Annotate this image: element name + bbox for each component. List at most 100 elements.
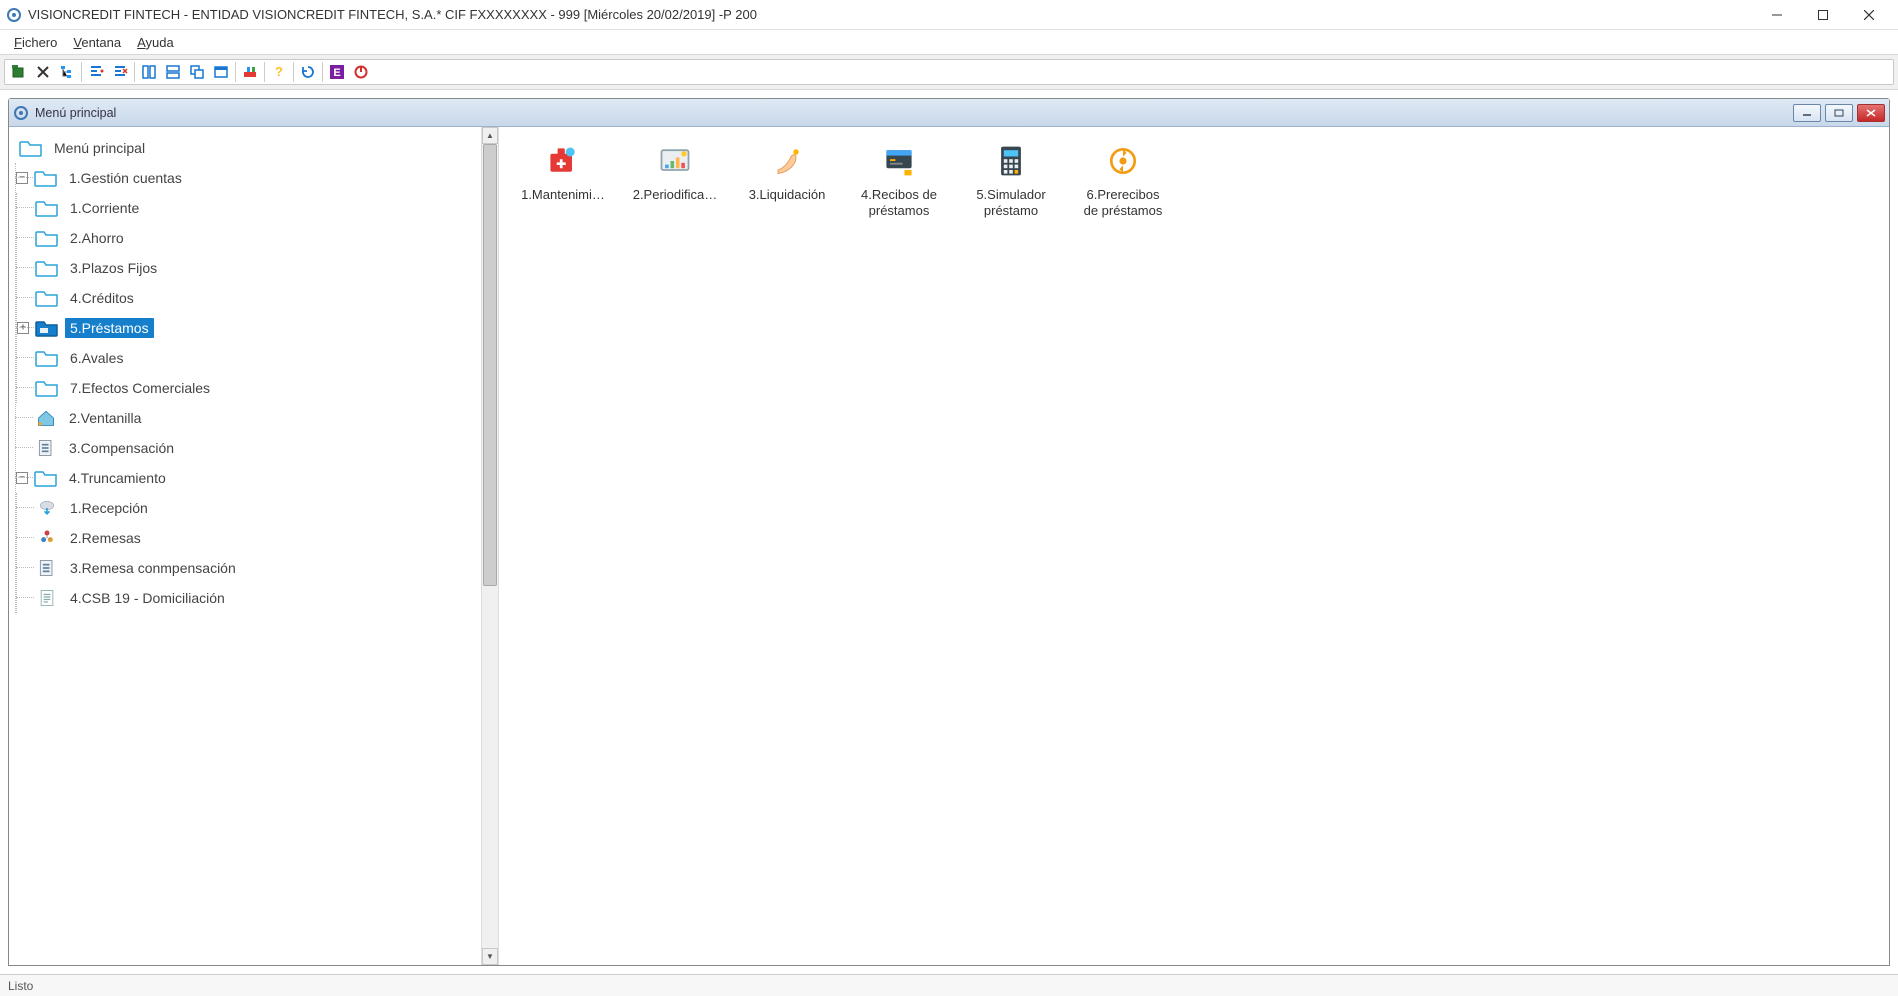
scrollbar[interactable]: ▲ ▼ bbox=[481, 127, 498, 965]
mdi-maximize-button[interactable] bbox=[1825, 104, 1853, 122]
collapse-icon[interactable]: − bbox=[16, 472, 28, 484]
collapse-icon[interactable]: − bbox=[16, 172, 28, 184]
menu-label: yuda bbox=[146, 35, 174, 50]
refresh-icon[interactable] bbox=[296, 61, 320, 83]
tree-node-compensacion[interactable]: 3.Compensación bbox=[16, 433, 481, 463]
tree-node-truncamiento[interactable]: − 4.Truncamiento bbox=[16, 463, 481, 493]
scrollbar-thumb[interactable] bbox=[483, 144, 497, 586]
folder-icon bbox=[34, 168, 58, 188]
tree-node-label: 2.Remesas bbox=[65, 528, 146, 548]
open-icon[interactable] bbox=[7, 61, 31, 83]
minimize-button[interactable] bbox=[1754, 0, 1800, 30]
item-label: 3.Liquidación bbox=[733, 187, 841, 203]
menu-ayuda[interactable]: Ayuda bbox=[129, 33, 182, 52]
cycle-icon bbox=[1103, 141, 1143, 181]
item-recibos-prestamos[interactable]: 4.Recibos de préstamos bbox=[843, 137, 955, 224]
tree-node-efectos-comerciales[interactable]: 7.Efectos Comerciales bbox=[17, 373, 481, 403]
statusbar: Listo bbox=[0, 974, 1898, 996]
item-simulador-prestamo[interactable]: 5.Simulador préstamo bbox=[955, 137, 1067, 224]
tree-node-label: 1.Recepción bbox=[65, 498, 153, 518]
scroll-up-icon[interactable]: ▲ bbox=[482, 127, 498, 144]
app-e-icon[interactable]: E bbox=[325, 61, 349, 83]
item-liquidacion[interactable]: 3.Liquidación bbox=[731, 137, 843, 207]
svg-text:?: ? bbox=[275, 64, 283, 79]
separator bbox=[81, 62, 82, 82]
separator bbox=[293, 62, 294, 82]
tool-icon[interactable] bbox=[238, 61, 262, 83]
item-label: 4.Recibos de bbox=[845, 187, 953, 203]
align-left-icon[interactable] bbox=[84, 61, 108, 83]
folder-icon bbox=[34, 468, 58, 488]
close-button[interactable] bbox=[1846, 0, 1892, 30]
tree-node-label: 3.Compensación bbox=[64, 438, 179, 458]
status-text: Listo bbox=[8, 979, 33, 993]
tree-node-label: 6.Avales bbox=[65, 348, 128, 368]
folder-selected-icon bbox=[35, 318, 59, 338]
maximize-button[interactable] bbox=[1800, 0, 1846, 30]
cloud-download-icon bbox=[35, 498, 59, 518]
tree-node-creditos[interactable]: 4.Créditos bbox=[17, 283, 481, 313]
hand-icon bbox=[767, 141, 807, 181]
scrollbar-track[interactable] bbox=[482, 144, 498, 948]
help-icon[interactable]: ? bbox=[267, 61, 291, 83]
power-icon[interactable] bbox=[349, 61, 373, 83]
window-icon[interactable] bbox=[209, 61, 233, 83]
document-icon bbox=[34, 438, 58, 458]
house-icon bbox=[34, 408, 58, 428]
menubar: Fichero Ventana Ayuda bbox=[0, 30, 1898, 54]
tree-node-csb19[interactable]: 4.CSB 19 - Domiciliación bbox=[17, 583, 481, 613]
expand-icon[interactable]: + bbox=[17, 322, 29, 334]
columns-icon[interactable] bbox=[137, 61, 161, 83]
tree-node-label: 3.Plazos Fijos bbox=[65, 258, 162, 278]
folder-icon bbox=[35, 258, 59, 278]
app-icon bbox=[6, 7, 22, 23]
tree-node-remesas[interactable]: 2.Remesas bbox=[17, 523, 481, 553]
tree-root[interactable]: Menú principal bbox=[15, 133, 481, 163]
separator bbox=[322, 62, 323, 82]
tree-icon[interactable] bbox=[55, 61, 79, 83]
workspace: Menú principal Menú principal bbox=[0, 90, 1898, 974]
tree-node-prestamos[interactable]: + 5.Préstamos bbox=[17, 313, 481, 343]
document-icon bbox=[35, 558, 59, 578]
content-pane: 1.Mantenimi… 2.Periodifica… 3.Liquidació… bbox=[499, 127, 1889, 965]
tree-node-ahorro[interactable]: 2.Ahorro bbox=[17, 223, 481, 253]
period-icon bbox=[655, 141, 695, 181]
menu-fichero[interactable]: Fichero bbox=[6, 33, 65, 52]
tree-node-label: 4.Truncamiento bbox=[64, 468, 171, 488]
align-remove-icon[interactable] bbox=[108, 61, 132, 83]
mdi-close-button[interactable] bbox=[1857, 104, 1885, 122]
tree-node-avales[interactable]: 6.Avales bbox=[17, 343, 481, 373]
tree-node-label: 5.Préstamos bbox=[65, 318, 154, 338]
tree-node-label: 2.Ahorro bbox=[65, 228, 129, 248]
tree-pane: Menú principal − 1.Gestión cuentas bbox=[9, 127, 499, 965]
item-label: 5.Simulador bbox=[957, 187, 1065, 203]
tree-node-gestion-cuentas[interactable]: − 1.Gestión cuentas bbox=[16, 163, 481, 193]
folder-icon bbox=[19, 138, 43, 158]
item-periodificacion[interactable]: 2.Periodifica… bbox=[619, 137, 731, 207]
menu-label: entana bbox=[81, 35, 121, 50]
tree-node-label: 7.Efectos Comerciales bbox=[65, 378, 215, 398]
tree-node-plazos-fijos[interactable]: 3.Plazos Fijos bbox=[17, 253, 481, 283]
mdi-title-text: Menú principal bbox=[35, 106, 1793, 120]
mdi-minimize-button[interactable] bbox=[1793, 104, 1821, 122]
window-title: VISIONCREDIT FINTECH - ENTIDAD VISIONCRE… bbox=[28, 7, 1754, 22]
tree-node-corriente[interactable]: 1.Corriente bbox=[17, 193, 481, 223]
cascade-icon[interactable] bbox=[185, 61, 209, 83]
item-mantenimiento[interactable]: 1.Mantenimi… bbox=[507, 137, 619, 207]
item-label-line2: préstamo bbox=[957, 203, 1065, 219]
tree-view[interactable]: Menú principal − 1.Gestión cuentas bbox=[9, 127, 481, 965]
tree-node-ventanilla[interactable]: 2.Ventanilla bbox=[16, 403, 481, 433]
menu-ventana[interactable]: Ventana bbox=[65, 33, 129, 52]
separator bbox=[134, 62, 135, 82]
tree-node-label: 2.Ventanilla bbox=[64, 408, 146, 428]
tree-node-recepcion[interactable]: 1.Recepción bbox=[17, 493, 481, 523]
tree-node-label: 4.Créditos bbox=[65, 288, 139, 308]
tree-node-label: 1.Gestión cuentas bbox=[64, 168, 187, 188]
delete-icon[interactable] bbox=[31, 61, 55, 83]
folder-icon bbox=[35, 228, 59, 248]
scroll-down-icon[interactable]: ▼ bbox=[482, 948, 498, 965]
tree-node-label: 1.Corriente bbox=[65, 198, 144, 218]
tree-node-remesa-compensacion[interactable]: 3.Remesa conmpensación bbox=[17, 553, 481, 583]
item-prerecibos-prestamos[interactable]: 6.Prerecibos de préstamos bbox=[1067, 137, 1179, 224]
rows-icon[interactable] bbox=[161, 61, 185, 83]
